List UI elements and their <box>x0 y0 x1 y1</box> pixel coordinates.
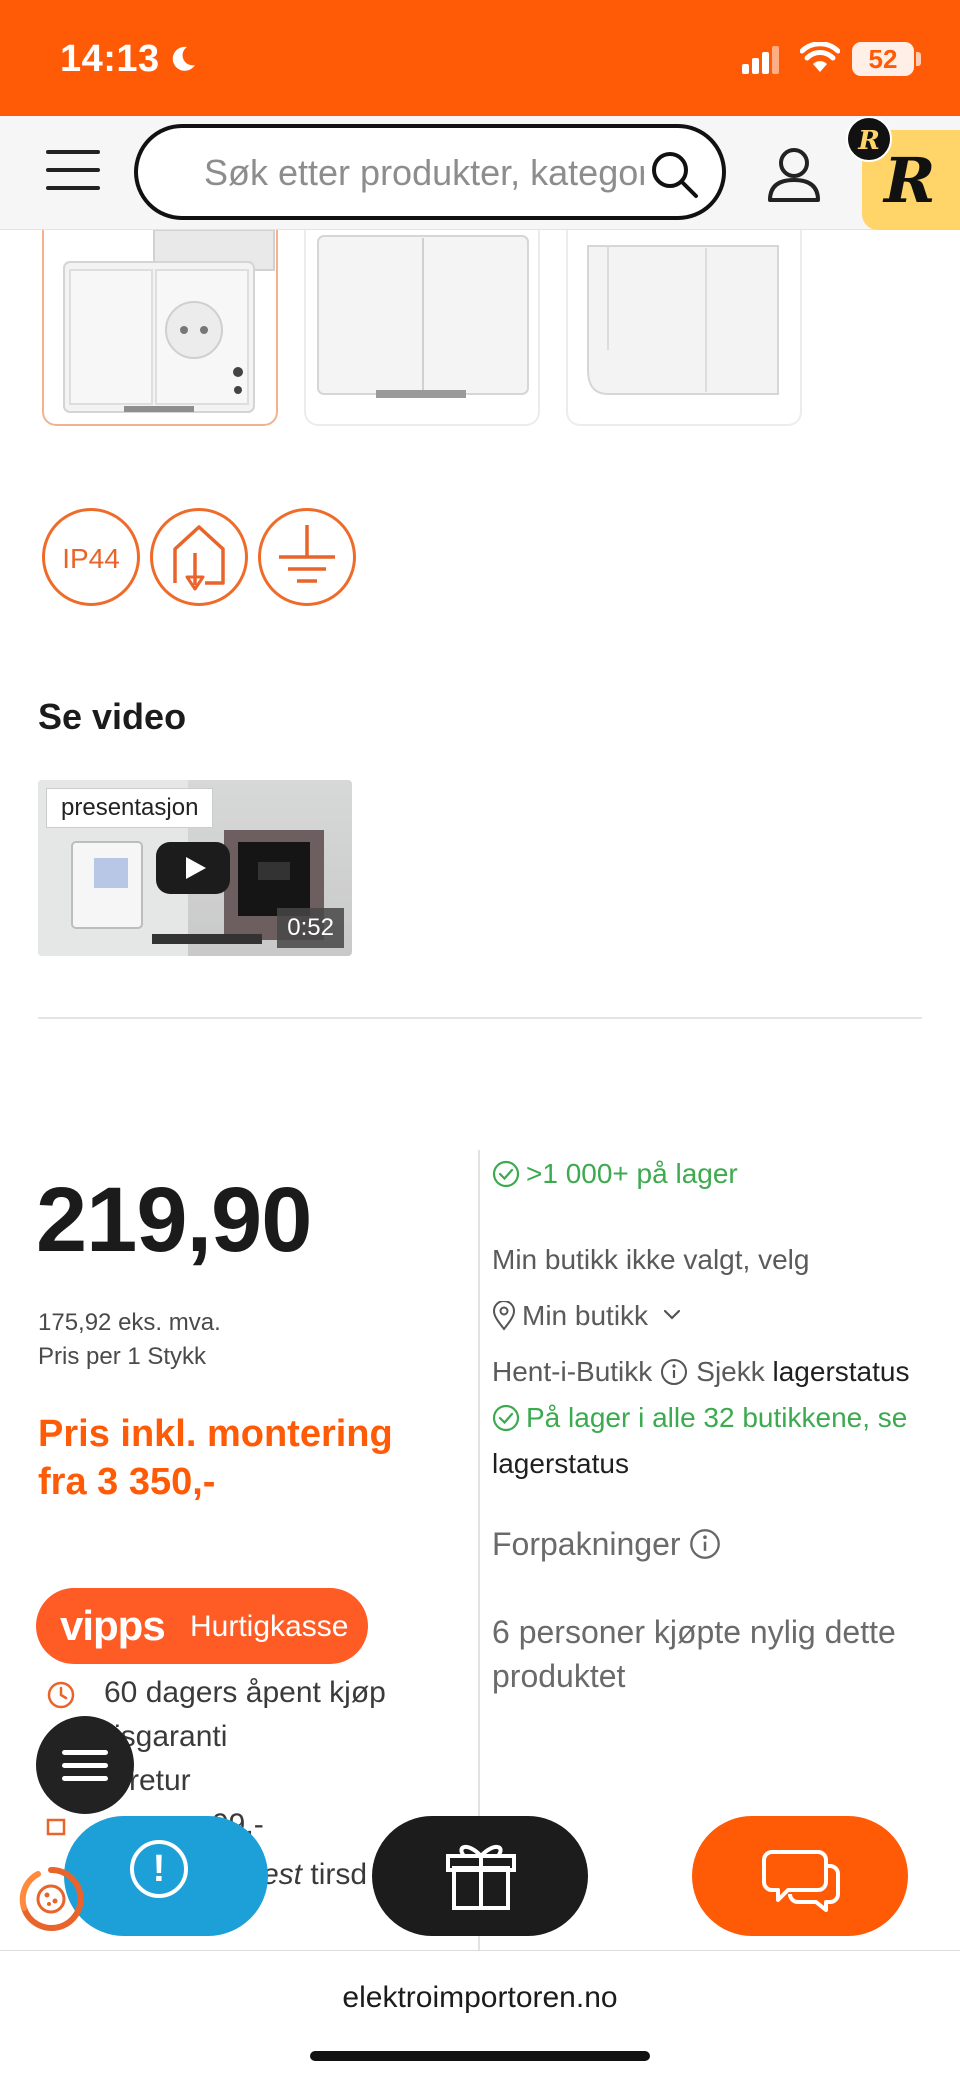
online-stock-status: >1 000+ på lager <box>492 1158 738 1190</box>
ip44-badge: IP44 <box>42 508 140 606</box>
installation-price-link[interactable]: Pris inkl. montering fra 3 350,- <box>38 1410 458 1506</box>
chevron-down-icon <box>663 1309 681 1320</box>
vipps-express-checkout-button[interactable]: vipps Hurtigkasse <box>36 1588 368 1664</box>
video-tag: presentasjon <box>46 788 214 828</box>
truck-icon <box>46 1818 66 1836</box>
menu-line-icon <box>62 1763 108 1768</box>
all-stores-stock-link[interactable]: lagerstatus <box>492 1448 629 1480</box>
info-icon[interactable] <box>660 1358 688 1386</box>
clock-icon <box>47 1681 75 1709</box>
home-indicator <box>310 2051 650 2061</box>
pickup-label: Hent-i-Butikk <box>492 1356 653 1387</box>
installation-price-line1: Pris inkl. montering <box>38 1413 393 1455</box>
menu-line-icon <box>46 150 100 154</box>
video-thumbnail[interactable]: presentasjon 0:52 <box>38 780 352 956</box>
socket-closed-image <box>317 235 529 398</box>
status-bar: 14:13 52 <box>0 0 960 116</box>
site-url[interactable]: elektroimportoren.no <box>0 1981 960 2015</box>
packaging-label: Forpakninger <box>492 1526 681 1562</box>
info-icon[interactable] <box>689 1528 721 1560</box>
site-header: R <box>0 116 960 230</box>
moon-icon <box>172 46 195 71</box>
location-pin-icon <box>492 1301 516 1331</box>
installation-price-line2: fra 3 350,- <box>38 1461 216 1503</box>
recent-buyers-text: 6 personer kjøpte nylig dette produktet <box>492 1614 896 1694</box>
search-input[interactable] <box>204 150 644 196</box>
menu-line-icon <box>46 168 100 172</box>
battery-cap <box>916 52 921 66</box>
menu-line-icon <box>46 186 100 190</box>
floating-info-button[interactable]: ! <box>64 1816 268 1936</box>
check-stock-link[interactable]: lagerstatus <box>773 1356 910 1387</box>
search-icon[interactable] <box>648 148 700 200</box>
thumbnail-socket-open[interactable] <box>42 230 278 426</box>
thumbnail-socket-closed[interactable] <box>304 230 540 426</box>
ip-rating-label: IP44 <box>62 543 120 574</box>
check-circle-icon <box>492 1160 520 1188</box>
video-heading: Se video <box>38 696 187 737</box>
menu-line-icon <box>62 1750 108 1755</box>
floating-menu-button[interactable] <box>36 1716 134 1814</box>
product-price: 219,90 <box>36 1169 312 1271</box>
pickup-in-store: Hent-i-Butikk Sjekk lagerstatus <box>492 1356 909 1388</box>
check-prefix: Sjekk <box>696 1356 765 1387</box>
battery-level: 52 <box>852 42 914 76</box>
exclamation-icon: ! <box>130 1840 188 1898</box>
all-stores-stock: På lager i alle 32 butikkene, se <box>492 1402 907 1434</box>
my-store-label: Min butikk <box>522 1300 649 1331</box>
my-store-selector[interactable]: Min butikk <box>492 1300 682 1332</box>
vipps-checkout-label: Hurtigkasse <box>190 1610 349 1643</box>
delivery-estimate-partial: est tirsd <box>262 1858 367 1892</box>
packaging-info[interactable]: Forpakninger <box>492 1526 729 1563</box>
cookie-settings-icon[interactable] <box>16 1864 86 1934</box>
price-details: 175,92 eks. mva. Pris per 1 Stykk <box>38 1306 221 1374</box>
wifi-icon <box>800 42 840 72</box>
floating-chat-button[interactable] <box>692 1816 908 1936</box>
gift-icon <box>446 1845 516 1910</box>
check-circle-icon <box>492 1404 520 1432</box>
socket-open-image <box>63 230 275 413</box>
cellular-signal-icon <box>742 46 779 74</box>
status-time: 14:13 <box>60 38 160 80</box>
price-per-unit: Pris per 1 Stykk <box>38 1343 207 1370</box>
floating-gift-button[interactable] <box>372 1816 588 1936</box>
play-icon[interactable] <box>156 842 230 894</box>
perk-open-purchase-text: 60 dagers åpent kjøp <box>104 1676 386 1709</box>
browser-url-bar[interactable]: elektroimportoren.no <box>0 1950 960 2078</box>
price-ex-vat: 175,92 eks. mva. <box>38 1309 221 1336</box>
outdoor-house-icon <box>150 508 248 606</box>
section-divider <box>38 1017 922 1019</box>
product-thumbnails <box>42 230 802 430</box>
video-duration: 0:52 <box>277 908 344 948</box>
online-stock-text: >1 000+ på lager <box>526 1158 738 1189</box>
logo-letter: R <box>884 144 936 217</box>
socket-side-image <box>587 245 779 395</box>
logo-badge: R <box>846 116 892 162</box>
delivery-day-partial: tirsd <box>310 1858 368 1891</box>
delivery-partial-italic: est <box>262 1858 303 1891</box>
search-bar[interactable] <box>134 124 726 220</box>
ground-earth-icon <box>258 508 356 606</box>
all-stores-text: På lager i alle 32 butikkene, se <box>526 1402 908 1433</box>
chat-icon <box>762 1850 840 1912</box>
menu-line-icon <box>62 1776 108 1781</box>
user-account-icon[interactable] <box>766 146 822 204</box>
thumbnail-socket-side[interactable] <box>566 230 802 426</box>
vipps-logo: vipps <box>60 1602 166 1649</box>
hamburger-menu-button[interactable] <box>46 150 100 194</box>
store-not-selected: Min butikk ikke valgt, velg <box>492 1244 810 1275</box>
